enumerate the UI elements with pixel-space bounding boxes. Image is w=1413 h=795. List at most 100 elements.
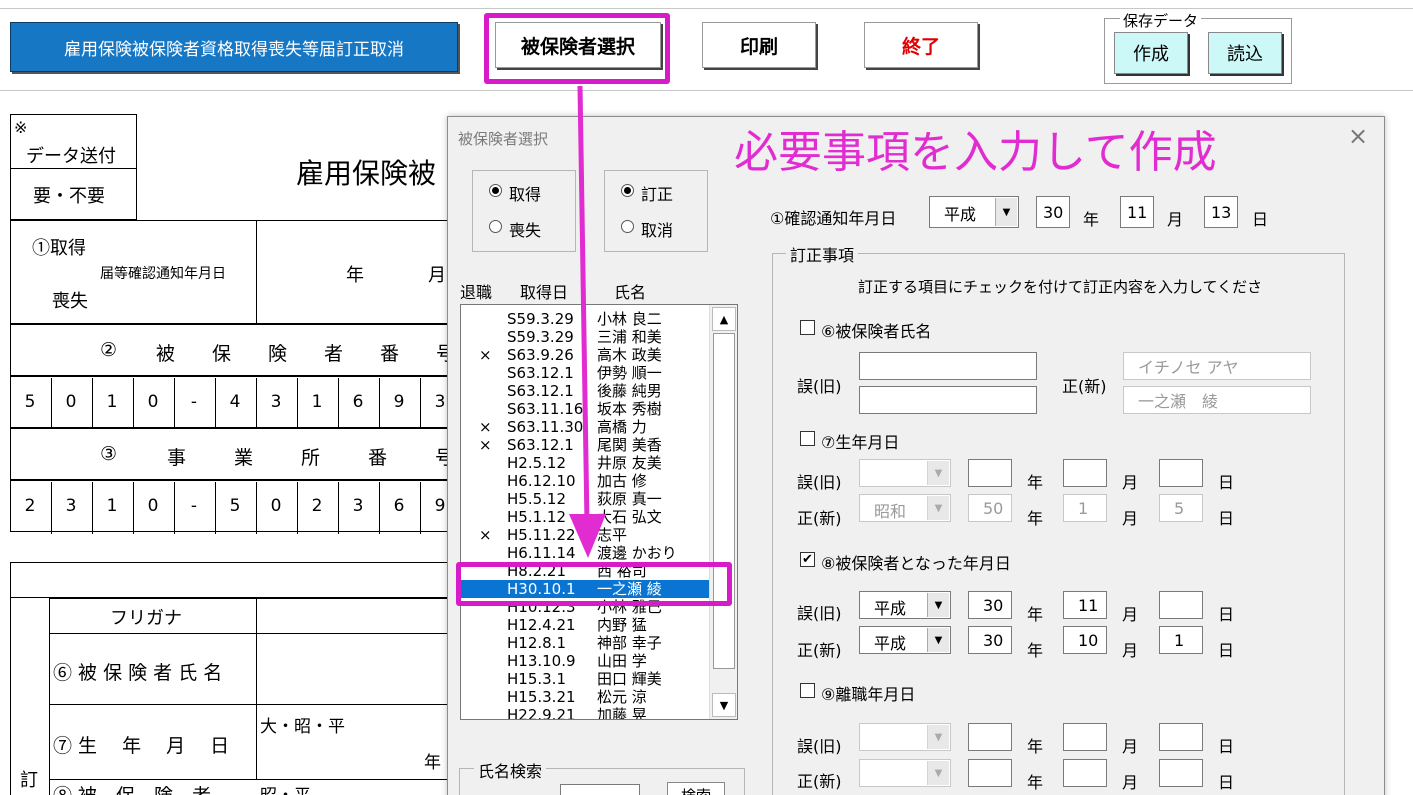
list-item[interactable]: H15.3.1 田口 輝美 — [461, 670, 713, 688]
unit-year: 年 — [1027, 509, 1044, 528]
name-new-kana-input[interactable]: イチノセ アヤ — [1123, 352, 1311, 380]
search-button[interactable]: 検索 — [667, 782, 725, 795]
retired-mark: × — [479, 418, 492, 436]
birth-checkbox[interactable] — [800, 431, 815, 446]
digit-cell: 2 — [311, 496, 323, 516]
retire-old-month-input[interactable] — [1063, 723, 1107, 751]
retired-mark: × — [479, 346, 492, 364]
name-checkbox[interactable] — [800, 320, 815, 335]
digit-divider — [256, 482, 257, 534]
list-item[interactable]: H13.10.9 山田 学 — [461, 652, 713, 670]
off-label-char: 事 — [167, 447, 187, 469]
digit-cell: - — [190, 392, 198, 412]
digit-divider — [420, 482, 421, 534]
digit-divider — [297, 378, 298, 430]
list-item[interactable]: H15.3.21 松元 涼 — [461, 688, 713, 706]
insured-new-era-select[interactable]: 平成 ▼ — [859, 626, 951, 654]
notice-month-input[interactable]: 11 — [1120, 196, 1154, 228]
chevron-down-icon: ▼ — [927, 496, 949, 520]
insured-name: 松元 涼 — [597, 688, 647, 706]
birth-right-label: 正(新) — [797, 509, 842, 528]
scroll-up-icon[interactable]: ▲ — [712, 307, 736, 331]
insured-old-era-select[interactable]: 平成 ▼ — [859, 591, 951, 619]
retire-new-era-select[interactable]: ▼ — [859, 759, 951, 787]
list-scrollbar[interactable]: ▲ ▼ — [709, 305, 737, 719]
notice-era-select[interactable]: 平成 ▼ — [929, 196, 1019, 228]
unit-day: 日 — [1218, 473, 1235, 492]
notice-day-input[interactable]: 13 — [1204, 196, 1238, 228]
radio-correct[interactable] — [621, 184, 634, 197]
birth-old-year-input[interactable] — [968, 459, 1012, 487]
radio-cancel[interactable] — [621, 220, 634, 233]
send-mark: ※ — [14, 118, 28, 137]
birth-old-month-input[interactable] — [1063, 459, 1107, 487]
birth-new-day-input[interactable]: 5 — [1159, 494, 1203, 522]
notice-year-input[interactable]: 30 — [1036, 196, 1070, 228]
insured-new-year-input[interactable]: 30 — [968, 626, 1012, 654]
insured-old-day-input[interactable] — [1159, 591, 1203, 619]
chevron-down-icon: ▼ — [927, 461, 949, 485]
unit-day: 日 — [1218, 737, 1235, 756]
insured-old-month-input[interactable]: 11 — [1063, 591, 1107, 619]
insured-date-checkbox[interactable]: ✔ — [800, 552, 815, 567]
birth-new-month-input[interactable]: 1 — [1063, 494, 1107, 522]
retire-item-label: ⑨離職年月日 — [821, 685, 916, 704]
correction-group-label: 訂正事項 — [786, 242, 859, 266]
insured-old-year-input[interactable]: 30 — [968, 591, 1012, 619]
birth-year-label: 年 — [424, 753, 441, 773]
digit-divider — [51, 482, 52, 534]
notice-date-label: ①確認通知年月日 — [770, 209, 897, 228]
name-label: ⑥ 被 保 険 者 氏 名 — [53, 662, 223, 684]
name-old-kanji-input[interactable] — [859, 386, 1037, 414]
insured-new-day-input[interactable]: 1 — [1159, 626, 1203, 654]
birth-new-year-input[interactable]: 50 — [968, 494, 1012, 522]
birth-new-era-select[interactable]: 昭和 ▼ — [859, 494, 951, 522]
unit-month: 月 — [1122, 641, 1139, 660]
print-button[interactable]: 印刷 — [702, 22, 816, 68]
retire-checkbox[interactable] — [800, 683, 815, 698]
retire-old-day-input[interactable] — [1159, 723, 1203, 751]
digit-cell: 4 — [229, 392, 241, 412]
load-button[interactable]: 読込 — [1208, 32, 1282, 74]
list-item[interactable]: H22.9.21 加藤 晃 — [461, 706, 713, 719]
digit-divider — [133, 378, 134, 430]
dialog-title: 被保険者選択 — [458, 130, 549, 148]
scroll-down-icon[interactable]: ▼ — [712, 693, 736, 717]
notice-era-value: 平成 — [944, 205, 977, 224]
retire-wrong-label: 誤(旧) — [797, 737, 842, 756]
retire-new-month-input[interactable] — [1063, 759, 1107, 787]
retire-new-year-input[interactable] — [968, 759, 1012, 787]
radio-loss[interactable] — [489, 220, 502, 233]
top-divider — [0, 8, 1413, 9]
name-search-label: 氏名検索 — [474, 758, 547, 782]
name-new-kanji-input[interactable]: 一之瀬 綾 — [1123, 386, 1311, 414]
ins-label-char: 険 — [268, 343, 288, 365]
birth-old-day-input[interactable] — [1159, 459, 1203, 487]
title-button[interactable]: 雇用保険被保険者資格取得喪失等届訂正取消 — [10, 22, 458, 72]
digit-divider — [297, 482, 298, 534]
retire-old-year-input[interactable] — [968, 723, 1012, 751]
retire-new-day-input[interactable] — [1159, 759, 1203, 787]
save-data-label: 保存データ — [1120, 10, 1202, 31]
radio-acq[interactable] — [489, 184, 502, 197]
select-insured-button[interactable]: 被保険者選択 — [495, 22, 661, 68]
list-item[interactable]: H12.8.1 神部 幸子 — [461, 634, 713, 652]
retired-mark: × — [479, 436, 492, 454]
notice-day-unit: 日 — [1252, 210, 1269, 229]
insured-new-month-input[interactable]: 10 — [1063, 626, 1107, 654]
digit-divider — [215, 482, 216, 534]
exit-button[interactable]: 終了 — [864, 22, 978, 68]
retire-old-era-select[interactable]: ▼ — [859, 723, 951, 751]
scroll-thumb[interactable] — [713, 333, 735, 669]
annotation-arrow-icon — [569, 85, 606, 558]
list-item[interactable]: H12.4.21 内野 猛 — [461, 616, 713, 634]
name-search-input[interactable] — [560, 784, 640, 795]
furigana-label: フリガナ — [110, 608, 182, 629]
radio-cancel-label: 取消 — [641, 221, 674, 240]
create-button[interactable]: 作成 — [1114, 32, 1188, 74]
birth-old-era-select[interactable]: ▼ — [859, 459, 951, 487]
digit-divider — [92, 378, 93, 430]
acq-label: ①取得 — [32, 238, 86, 259]
close-icon[interactable]: × — [1348, 122, 1368, 150]
name-old-kana-input[interactable] — [859, 352, 1037, 380]
